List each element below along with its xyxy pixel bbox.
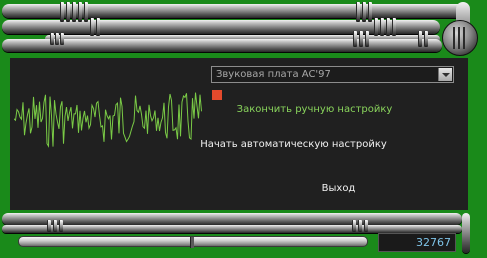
pipe-ring: [364, 220, 368, 232]
pipe-ring: [55, 33, 59, 45]
pipe-ring: [353, 31, 357, 47]
sound-device-value: Звуковая плата AC'97: [216, 69, 331, 80]
level-slider-thumb[interactable]: [189, 237, 194, 248]
pipe-ring: [368, 2, 372, 22]
pipe-ring: [60, 2, 64, 22]
sound-setup-window: Звуковая плата AC'97 Закончить ручную на…: [0, 0, 487, 258]
waveform-icon: [14, 92, 202, 148]
pipe-ring: [356, 2, 360, 22]
pipe-ring: [380, 18, 384, 36]
knob-icon[interactable]: [442, 20, 478, 56]
pipe-ring: [358, 220, 362, 232]
pipe-ring: [90, 18, 94, 36]
bottom-pipe-2: [2, 225, 462, 233]
sound-device-select[interactable]: Звуковая плата AC'97: [211, 66, 454, 83]
pipe-ring: [84, 2, 88, 22]
pipe-ring: [53, 220, 57, 232]
value-display: 32767: [378, 233, 456, 252]
top-pipe-4: [2, 39, 442, 52]
exit-button[interactable]: Выход: [0, 183, 487, 194]
waveform-line: [14, 92, 202, 148]
pipe-ring: [47, 220, 51, 232]
status-indicator: [212, 90, 222, 100]
pipe-ring: [60, 33, 64, 45]
pipe-ring: [352, 220, 356, 232]
bottom-pipe-1: [2, 213, 462, 225]
pipe-ring: [78, 2, 82, 22]
pipe-ring: [50, 33, 54, 45]
pipe-ring: [392, 18, 396, 36]
pipe-ring: [359, 31, 363, 47]
pipe-ring: [374, 18, 378, 36]
pipe-ring: [362, 2, 366, 22]
pipe-ring: [72, 2, 76, 22]
dropdown-arrow-icon[interactable]: [438, 68, 452, 81]
pipe-ring: [424, 31, 428, 47]
pipe-ring: [386, 18, 390, 36]
pipe-ring: [66, 2, 70, 22]
pipe-ring: [365, 31, 369, 47]
pipe-ring: [59, 220, 63, 232]
bottom-right-pipe: [462, 213, 470, 253]
pipe-ring: [96, 18, 100, 36]
pipe-ring: [418, 31, 422, 47]
